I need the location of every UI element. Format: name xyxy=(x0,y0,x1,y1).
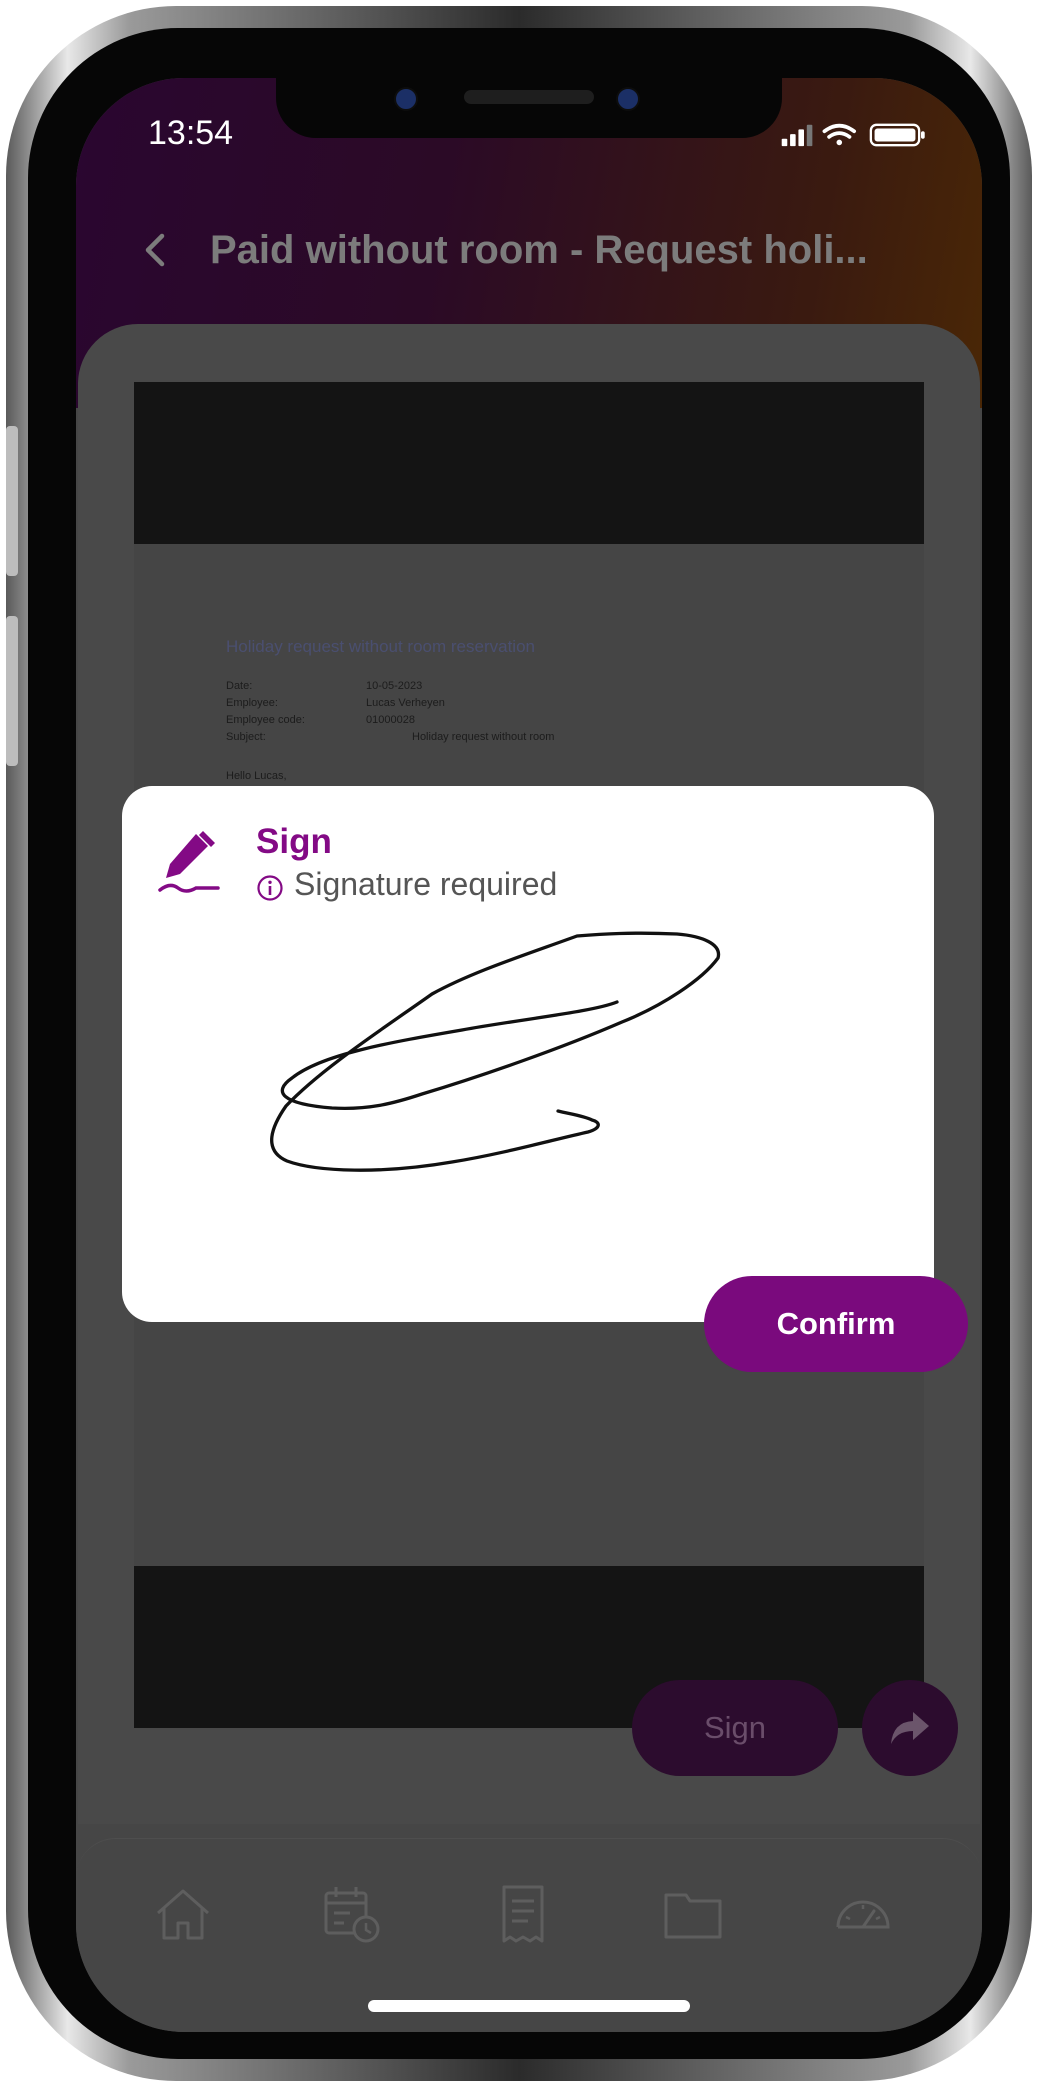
sensor-icon xyxy=(616,87,640,111)
share-button[interactable] xyxy=(862,1680,958,1776)
document-row: Employee code: 01000028 xyxy=(226,714,415,726)
back-chevron-icon[interactable] xyxy=(136,230,176,270)
status-icons xyxy=(781,123,925,147)
speaker xyxy=(464,90,594,104)
document-row: Subject: Holiday request without room xyxy=(226,731,555,743)
document-row: Employee: Lucas Verheyen xyxy=(226,697,445,709)
volume-up-button xyxy=(6,426,18,576)
signature-stroke xyxy=(270,931,721,1172)
speedometer-icon[interactable] xyxy=(832,1883,894,1945)
notch xyxy=(276,78,782,138)
confirm-button[interactable]: Confirm xyxy=(704,1276,968,1372)
volume-down-button xyxy=(6,616,18,766)
share-arrow-icon xyxy=(891,1712,929,1744)
folder-icon[interactable] xyxy=(662,1883,724,1945)
battery-icon xyxy=(869,123,925,147)
page-title: Paid without room - Request holi... xyxy=(210,228,868,272)
document-row: Date: 10-05-2023 xyxy=(226,680,423,692)
signature-canvas[interactable] xyxy=(122,786,934,1322)
document-heading: Holiday request without room reservation xyxy=(226,637,535,656)
sign-dialog: Sign Signature required xyxy=(122,786,934,1322)
document-greeting: Hello Lucas, xyxy=(226,770,287,782)
home-indicator[interactable] xyxy=(368,2000,690,2012)
signal-icon xyxy=(781,124,813,147)
document-header-band xyxy=(134,382,924,544)
sign-button[interactable]: Sign xyxy=(632,1680,838,1776)
receipt-icon[interactable] xyxy=(492,1883,554,1945)
home-icon[interactable] xyxy=(152,1883,214,1945)
front-camera-icon xyxy=(394,87,418,111)
wifi-icon xyxy=(822,123,856,146)
app-screen: 13:54 Paid without room - Request holi..… xyxy=(76,78,982,2032)
calendar-clock-icon[interactable] xyxy=(322,1883,384,1945)
status-time: 13:54 xyxy=(148,114,234,152)
